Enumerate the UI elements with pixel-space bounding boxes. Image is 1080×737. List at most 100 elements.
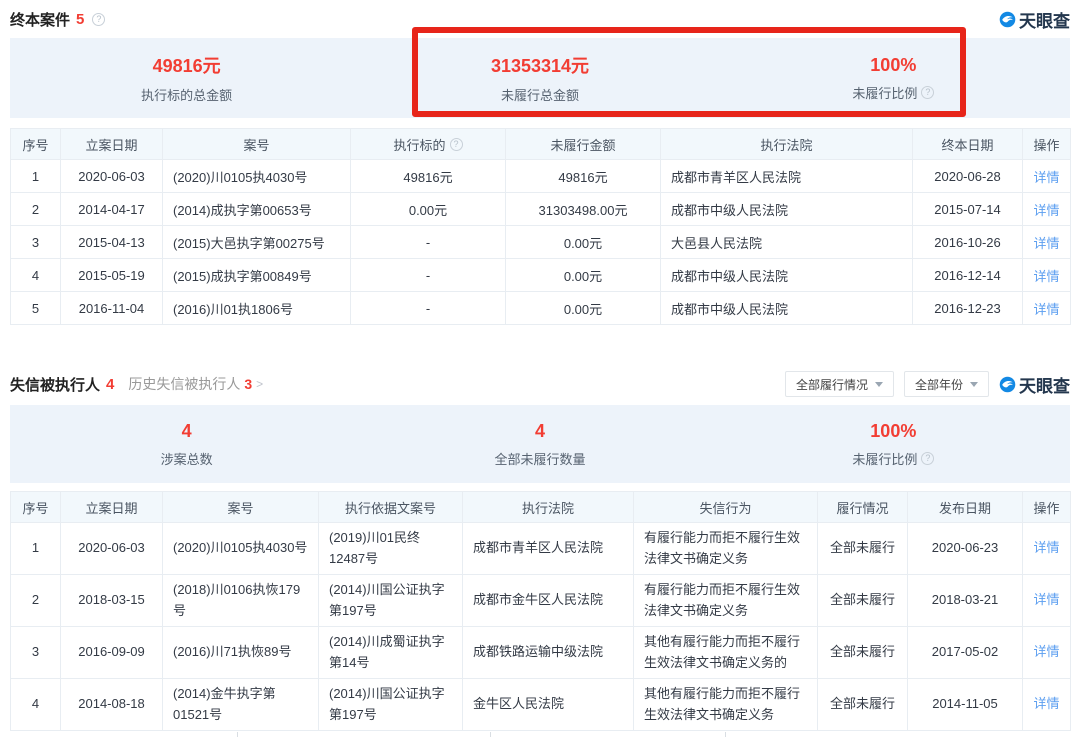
- table-cell-text: 4: [32, 696, 39, 711]
- chevron-right-icon: >: [256, 377, 263, 391]
- table-cell-text: 有履行能力而拒不履行生效法律文书确定义务: [644, 582, 800, 617]
- table-cell-text: 2015-04-13: [78, 235, 145, 250]
- table-cell-text: 1: [32, 540, 39, 555]
- stat-value: 31353314元: [491, 52, 589, 78]
- table-cell-text: 0.00元: [564, 302, 602, 317]
- table-cell: -: [351, 292, 506, 325]
- table-cell: (2020)川0105执4030号: [163, 523, 319, 575]
- table-cell-text: 其他有履行能力而拒不履行生效法律文书确定义务: [644, 686, 800, 721]
- help-icon[interactable]: ?: [921, 452, 934, 465]
- table-cell-text: 2: [32, 592, 39, 607]
- table-cell-text: 全部未履行: [830, 644, 895, 659]
- tianyancha-logo-text: 天眼查: [1019, 7, 1070, 32]
- filter-label: 全部履行情况: [796, 376, 868, 393]
- col-header-basis-doc-no: 执行依据文案号: [319, 492, 463, 523]
- table-cell-text: 有履行能力而拒不履行生效法律文书确定义务: [644, 530, 800, 565]
- table-cell-text: 金牛区人民法院: [473, 696, 564, 711]
- detail-link[interactable]: 详情: [1033, 540, 1059, 555]
- table-cell: 2014-04-17: [61, 193, 163, 226]
- table-cell-text: 成都市中级人民法院: [671, 269, 788, 284]
- table-cell: 2016-11-04: [61, 292, 163, 325]
- table-cell-text: 2016-11-04: [79, 301, 145, 316]
- table-cell-text: 成都铁路运输中级法院: [473, 644, 603, 659]
- final-cases-table: 序号 立案日期 案号 执行标的 ? 未履行金额 执行法院 终本日期 操作 120…: [10, 128, 1071, 325]
- help-icon[interactable]: ?: [92, 13, 105, 26]
- detail-link[interactable]: 详情: [1033, 644, 1059, 659]
- stat-value: 100%: [870, 55, 916, 76]
- help-icon[interactable]: ?: [921, 86, 934, 99]
- table-cell: (2020)川0105执4030号: [163, 160, 351, 193]
- table-row: 52016-11-04(2016)川01执1806号-0.00元成都市中级人民法…: [11, 292, 1071, 325]
- table-cell: 成都市青羊区人民法院: [661, 160, 913, 193]
- col-header-publish-date: 发布日期: [908, 492, 1023, 523]
- table-cell-text: (2014)成执字第00653号: [173, 203, 312, 218]
- table-cell-text: (2019)川01民终12487号: [329, 530, 420, 565]
- section-title-dishonest: 失信被执行人: [10, 374, 100, 395]
- history-dishonest-link[interactable]: 历史失信被执行人 3 >: [128, 374, 263, 394]
- table-cell-text: 0.00元: [564, 269, 602, 284]
- table-row: 42015-05-19(2015)成执字第00849号-0.00元成都市中级人民…: [11, 259, 1071, 292]
- stat-value: 4: [182, 421, 192, 442]
- table-cell: 2020-06-03: [61, 523, 163, 575]
- table-cell: 2: [11, 193, 61, 226]
- table-cell: 有履行能力而拒不履行生效法律文书确定义务: [634, 575, 818, 627]
- stat-label: 未履行总金额: [501, 85, 579, 104]
- table-cell: 金牛区人民法院: [463, 679, 634, 731]
- table-cell-text: (2015)大邑执字第00275号: [173, 236, 325, 251]
- table-cell: 成都市青羊区人民法院: [463, 523, 634, 575]
- tianyancha-logo: 天眼查: [999, 372, 1070, 397]
- detail-link[interactable]: 详情: [1033, 269, 1059, 284]
- table-cell: 4: [11, 259, 61, 292]
- filter-fulfillment-status-dropdown[interactable]: 全部履行情况: [785, 371, 894, 397]
- final-cases-header: 终本案件 5 ? 天眼查: [10, 8, 1070, 30]
- help-icon[interactable]: ?: [450, 138, 463, 151]
- table-cell: 2017-05-02: [908, 627, 1023, 679]
- table-cell-text: 0.00元: [564, 236, 602, 251]
- table-cell-text: (2018)川0106执恢179号: [173, 582, 300, 617]
- table-cell-text: (2016)川71执恢89号: [173, 644, 292, 659]
- stat-label-text: 未履行比例: [852, 83, 917, 102]
- table-cell: 全部未履行: [818, 627, 908, 679]
- table-cell: 成都铁路运输中级法院: [463, 627, 634, 679]
- table-cell-text: 2018-03-15: [78, 592, 145, 607]
- table-cell-text: (2014)川国公证执字第197号: [329, 686, 445, 721]
- col-header-exec-court: 执行法院: [661, 129, 913, 160]
- detail-link[interactable]: 详情: [1033, 203, 1059, 218]
- table-row: 22014-04-17(2014)成执字第00653号0.00元31303498…: [11, 193, 1071, 226]
- table-cell-text: (2014)川成蜀证执字第14号: [329, 634, 445, 669]
- table-cell: 全部未履行: [818, 575, 908, 627]
- table-cell-text: 2020-06-28: [934, 169, 1001, 184]
- table-cell-text: 2020-06-23: [932, 540, 999, 555]
- stat-label: 未履行比例 ?: [852, 449, 934, 468]
- table-cell: 0.00元: [351, 193, 506, 226]
- col-header-exec-court: 执行法院: [463, 492, 634, 523]
- col-header-unfulfilled-amount: 未履行金额: [506, 129, 661, 160]
- stat-value: 100%: [870, 421, 916, 442]
- table-cell-text: 2018-03-21: [932, 592, 999, 607]
- detail-link[interactable]: 详情: [1033, 302, 1059, 317]
- tianyancha-logo-icon: [999, 11, 1016, 28]
- detail-link[interactable]: 详情: [1033, 696, 1059, 711]
- detail-link[interactable]: 详情: [1033, 236, 1059, 251]
- stat-label: 执行标的总金额: [141, 85, 232, 104]
- table-cell-text: 成都市青羊区人民法院: [671, 170, 801, 185]
- table-row: 42014-08-18(2014)金牛执字第01521号(2014)川国公证执字…: [11, 679, 1071, 731]
- stat-unfulfilled-total: 31353314元 未履行总金额: [363, 52, 716, 104]
- table-header-row: 序号 立案日期 案号 执行标的 ? 未履行金额 执行法院 终本日期 操作: [11, 129, 1071, 160]
- table-cell-text: 2016-10-26: [934, 235, 1001, 250]
- table-cell: 2015-07-14: [913, 193, 1023, 226]
- filter-label: 全部年份: [915, 376, 963, 393]
- table-cell: 2015-04-13: [61, 226, 163, 259]
- table-cell: 2: [11, 575, 61, 627]
- table-cell-text: 成都市中级人民法院: [671, 203, 788, 218]
- table-cell-text: 2017-05-02: [932, 644, 999, 659]
- col-header-case-no: 案号: [163, 129, 351, 160]
- detail-link[interactable]: 详情: [1033, 592, 1059, 607]
- filter-year-dropdown[interactable]: 全部年份: [904, 371, 989, 397]
- detail-link[interactable]: 详情: [1033, 170, 1059, 185]
- table-cell-text: 3: [32, 644, 39, 659]
- table-cell-text: (2020)川0105执4030号: [173, 170, 307, 185]
- table-cell-text: 2015-07-14: [934, 202, 1001, 217]
- table-cell-text: 49816元: [403, 170, 452, 185]
- table-cell-text: 其他有履行能力而拒不履行生效法律文书确定义务的: [644, 634, 800, 669]
